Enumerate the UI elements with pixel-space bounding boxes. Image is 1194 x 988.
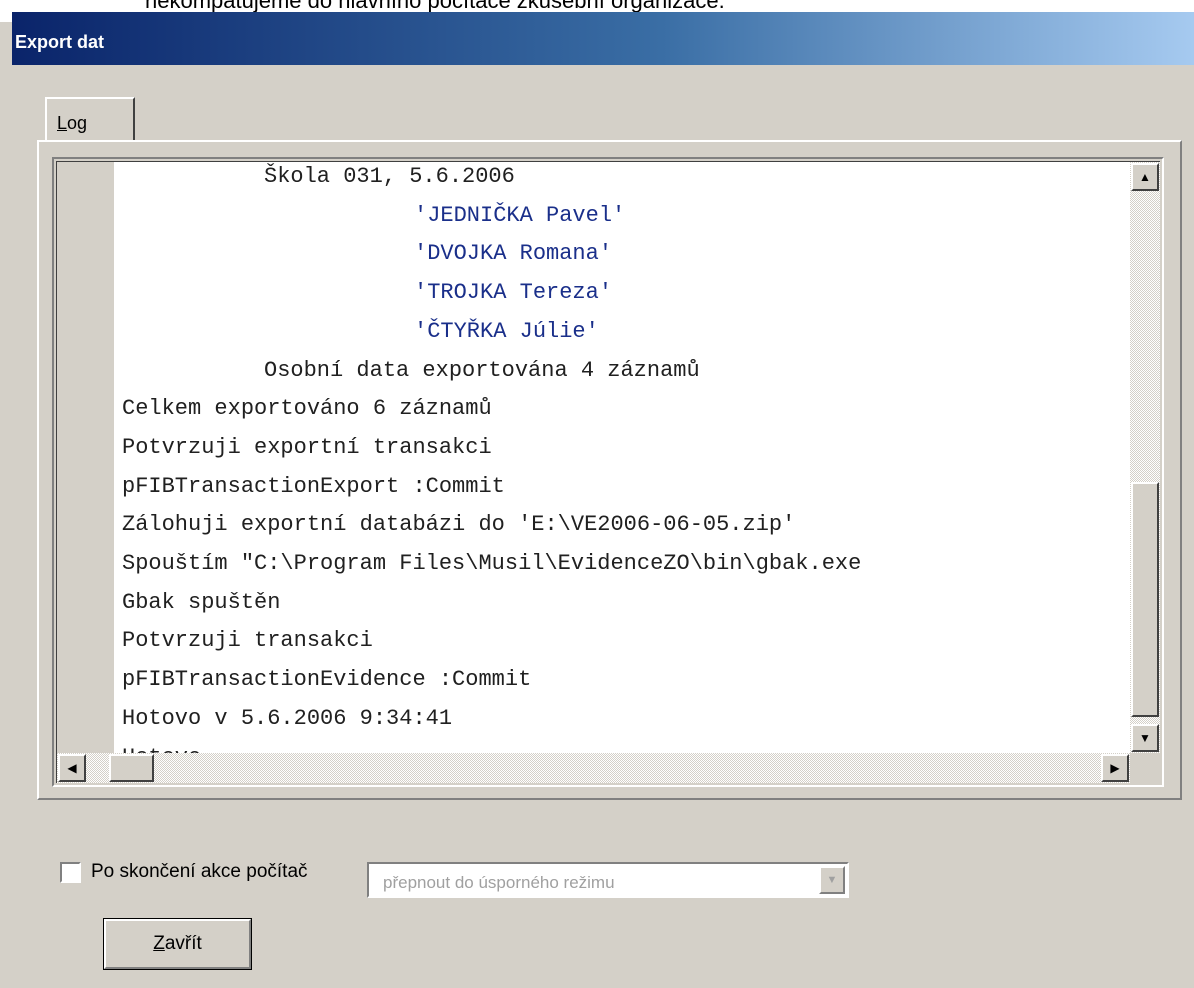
arrow-down-icon: ▼: [1139, 731, 1151, 745]
arrow-left-icon: ◀: [67, 761, 77, 775]
scroll-left-button[interactable]: ◀: [58, 754, 86, 782]
log-line: 'DVOJKA Romana': [414, 241, 613, 267]
log-gutter: [57, 162, 114, 753]
close-button-label: Zavřít: [104, 919, 251, 969]
scroll-down-button[interactable]: ▼: [1131, 724, 1159, 752]
action-select-value: přepnout do úsporného režimu: [383, 873, 615, 892]
log-memo: Škola 031, 5.6.2006 'JEDNIČKA Pavel' 'DVOJ…: [52, 157, 1164, 787]
action-select[interactable]: přepnout do úsporného režimu ▼: [367, 862, 849, 898]
chevron-down-icon: ▼: [826, 874, 838, 886]
shutdown-checkbox[interactable]: [60, 862, 81, 883]
log-line: 'TROJKA Tereza': [414, 280, 613, 306]
log-line: 'ČTYŘKA Júlie': [414, 318, 599, 344]
log-line: Škola 031, 5.6.2006: [264, 164, 515, 189]
window-title: Export dat: [15, 32, 105, 52]
tab-log-label: Log: [57, 113, 88, 133]
horizontal-scroll-thumb[interactable]: [109, 754, 154, 782]
arrow-up-icon: ▲: [1139, 170, 1151, 184]
horizontal-scrollbar[interactable]: ◀ ▶: [57, 753, 1130, 783]
log-line: pFIBTransactionEvidence :Commit: [122, 667, 532, 693]
log-line: pFIBTransactionExport :Commit: [122, 473, 505, 499]
log-line: Zálohuji exportní databázi do 'E:\VE2006…: [122, 512, 796, 538]
log-line: Potvrzuji transakci: [122, 628, 373, 654]
log-text-area[interactable]: Škola 031, 5.6.2006 'JEDNIČKA Pavel' 'DVOJ…: [114, 162, 1130, 753]
shutdown-checkbox-label[interactable]: Po skončení akce počítač: [91, 861, 308, 883]
log-line: Osobní data exportována 4 záznamů: [264, 357, 700, 383]
scroll-up-button[interactable]: ▲: [1131, 163, 1159, 191]
export-dialog: Export dat Log Škola 031, 5.6.2006 'JEDNI…: [12, 12, 1194, 988]
title-bar[interactable]: Export dat: [12, 12, 1194, 65]
log-line: Spouštím "C:\Program Files\Musil\Evidenc…: [122, 551, 862, 576]
tab-log[interactable]: Log: [45, 97, 135, 141]
log-line: Gbak spuštěn: [122, 589, 281, 615]
scroll-right-button[interactable]: ▶: [1101, 754, 1129, 782]
vertical-scroll-thumb[interactable]: [1131, 482, 1159, 717]
action-select-dropdown-button[interactable]: ▼: [819, 866, 845, 894]
log-line: 'JEDNIČKA Pavel': [414, 202, 626, 228]
log-line: Hotovo: [122, 745, 201, 754]
arrow-right-icon: ▶: [1110, 761, 1120, 775]
log-line: Celkem exportováno 6 záznamů: [122, 396, 492, 422]
vertical-scrollbar[interactable]: ▲ ▼: [1130, 162, 1160, 753]
close-button[interactable]: Zavřít: [103, 918, 252, 970]
log-line: Hotovo v 5.6.2006 9:34:41: [122, 705, 453, 731]
scroll-corner: [1130, 753, 1160, 783]
log-line: Potvrzuji exportní transakci: [122, 434, 492, 460]
